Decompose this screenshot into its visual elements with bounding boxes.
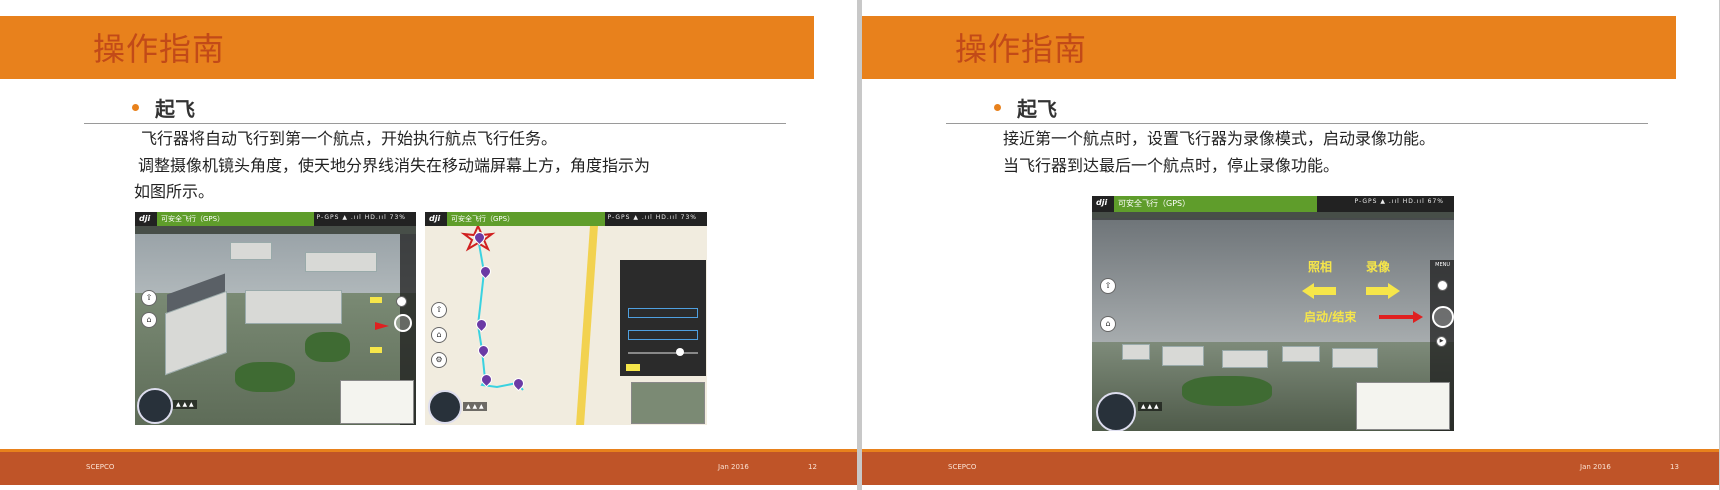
bullet-dot-icon	[132, 103, 139, 111]
waypoint-settings-panel	[620, 260, 706, 376]
dji-logo: dji	[139, 214, 151, 223]
bullet-heading: 起飞	[1017, 96, 1057, 121]
body-line-2: 当飞行器到达最后一个航点时，停止录像功能。	[1003, 156, 1340, 175]
telemetry-readout: ▲ ▲ ▲	[463, 402, 487, 411]
building	[1222, 350, 1268, 368]
red-arrow-icon	[1413, 311, 1423, 323]
building	[305, 252, 377, 272]
recording-view-screenshot: dji 可安全飞行（GPS） P-GPS ▲ .ııl HD.ııl 67% M…	[1092, 196, 1454, 431]
tree	[235, 362, 295, 392]
building	[1162, 346, 1204, 366]
footer-org: SCEPCO	[86, 463, 115, 471]
tree	[1182, 376, 1272, 406]
body-line-1: 飞行器将自动飞行到第一个航点，开始执行航点飞行任务。	[141, 129, 558, 148]
bullet-dot-icon	[994, 103, 1001, 111]
footer-page-number: 13	[1670, 463, 1679, 471]
photo-mode-icon[interactable]	[396, 296, 407, 307]
footer-org: SCEPCO	[948, 463, 977, 471]
flight-status: 可安全飞行（GPS）	[451, 215, 515, 223]
footer-date: Jan 2016	[718, 463, 749, 471]
camera-settings-bar	[135, 226, 416, 234]
speed-slider[interactable]	[628, 352, 698, 354]
bullet-heading-row: 起飞	[132, 93, 195, 121]
attitude-radar	[428, 390, 462, 424]
telemetry-readout: ▲ ▲ ▲	[1138, 402, 1162, 411]
flight-status: 可安全飞行（GPS）	[161, 215, 225, 223]
yellow-arrow-icon	[370, 297, 382, 303]
heading-divider	[84, 123, 786, 124]
speed-slider-thumb[interactable]	[676, 348, 684, 356]
minimap[interactable]	[1356, 382, 1450, 430]
telemetry-readout: ▲ ▲ ▲	[173, 400, 197, 409]
camera-settings-bar	[1092, 212, 1454, 220]
yellow-arrow-icon	[626, 364, 640, 371]
dji-logo: dji	[1096, 198, 1108, 207]
body-line-2: 调整摄像机镜头角度，使天地分界线消失在移动端屏幕上方，角度指示为	[138, 156, 651, 175]
waypoint-map-screenshot: ⇧ ⌂ ⚙ dji 可安全飞行（GPS） P-GPS ▲ .ııl HD.ııl…	[425, 212, 707, 425]
shutter-button[interactable]	[394, 314, 412, 332]
status-bar: dji 可安全飞行（GPS） P-GPS ▲ .ııl HD.ııl 67%	[1092, 196, 1454, 212]
signal-indicators: P-GPS ▲ .ııl HD.ııl 73%	[607, 214, 697, 221]
annotation-video: 录像	[1366, 260, 1391, 274]
dji-logo: dji	[429, 214, 441, 223]
building	[1332, 348, 1378, 368]
slide-footer: SCEPCO Jan 2016 13	[862, 449, 1719, 485]
return-home-icon[interactable]: ⌂	[141, 312, 157, 328]
tree	[305, 332, 350, 362]
panel-option-button[interactable]	[628, 330, 698, 340]
record-button[interactable]	[1432, 306, 1454, 328]
menu-label[interactable]: MENU	[1435, 262, 1450, 268]
camera-preview-thumbnail[interactable]	[631, 382, 705, 424]
takeoff-icon[interactable]: ⇧	[431, 302, 447, 318]
return-home-icon[interactable]: ⌂	[431, 327, 447, 343]
panel-option-button[interactable]	[628, 308, 698, 318]
left-arrow-icon	[1302, 283, 1314, 299]
title-bar: 操作指南	[0, 16, 814, 79]
right-arrow-icon	[1388, 283, 1400, 299]
footer-date: Jan 2016	[1580, 463, 1611, 471]
body-line-3: 如图所示。	[134, 182, 215, 201]
settings-icon[interactable]: ⚙	[431, 352, 447, 368]
slide-13: 操作指南 起飞 接近第一个航点时，设置飞行器为录像模式，启动录像功能。 当飞行器…	[862, 0, 1719, 490]
photo-mode-icon[interactable]	[1437, 280, 1448, 291]
attitude-radar	[1096, 392, 1136, 431]
camera-view-screenshot: dji 可安全飞行（GPS） P-GPS ▲ .ııl HD.ııl 73% ⇧…	[135, 212, 416, 425]
body-line-1: 接近第一个航点时，设置飞行器为录像模式，启动录像功能。	[1003, 129, 1436, 148]
yellow-arrow-icon	[370, 347, 382, 353]
return-home-icon[interactable]: ⌂	[1100, 316, 1116, 332]
attitude-radar	[137, 388, 173, 424]
status-bar: dji 可安全飞行（GPS） P-GPS ▲ .ııl HD.ııl 73%	[425, 212, 707, 226]
bullet-heading-row: 起飞	[994, 93, 1057, 121]
takeoff-icon[interactable]: ⇧	[1100, 278, 1116, 294]
red-arrow-shaft	[1379, 315, 1413, 319]
title-bar: 操作指南	[862, 16, 1676, 79]
building	[230, 242, 272, 260]
signal-indicators: P-GPS ▲ .ııl HD.ııl 73%	[316, 214, 406, 221]
playback-icon[interactable]: ▶	[1436, 336, 1447, 347]
slide-title: 操作指南	[93, 30, 226, 68]
flight-status: 可安全飞行（GPS）	[1118, 199, 1191, 208]
left-arrow-shaft	[1314, 287, 1336, 295]
annotation-start-stop: 启动/结束	[1304, 310, 1357, 324]
building	[245, 290, 342, 324]
bullet-heading: 起飞	[155, 96, 195, 121]
slide-title: 操作指南	[955, 30, 1088, 68]
footer-page-number: 12	[808, 463, 817, 471]
minimap[interactable]	[340, 380, 414, 424]
building	[1122, 344, 1150, 360]
right-arrow-shaft	[1366, 287, 1388, 295]
red-arrow-icon	[375, 322, 389, 330]
building	[1282, 346, 1320, 362]
slide-footer: SCEPCO Jan 2016 12	[0, 449, 857, 485]
slide-12: 操作指南 起飞 飞行器将自动飞行到第一个航点，开始执行航点飞行任务。 调整摄像机…	[0, 0, 857, 490]
annotation-photo: 照相	[1308, 260, 1333, 274]
status-bar: dji 可安全飞行（GPS） P-GPS ▲ .ııl HD.ııl 73%	[135, 212, 416, 226]
heading-divider	[946, 123, 1648, 124]
signal-indicators: P-GPS ▲ .ııl HD.ııl 67%	[1354, 198, 1444, 205]
takeoff-icon[interactable]: ⇧	[141, 290, 157, 306]
